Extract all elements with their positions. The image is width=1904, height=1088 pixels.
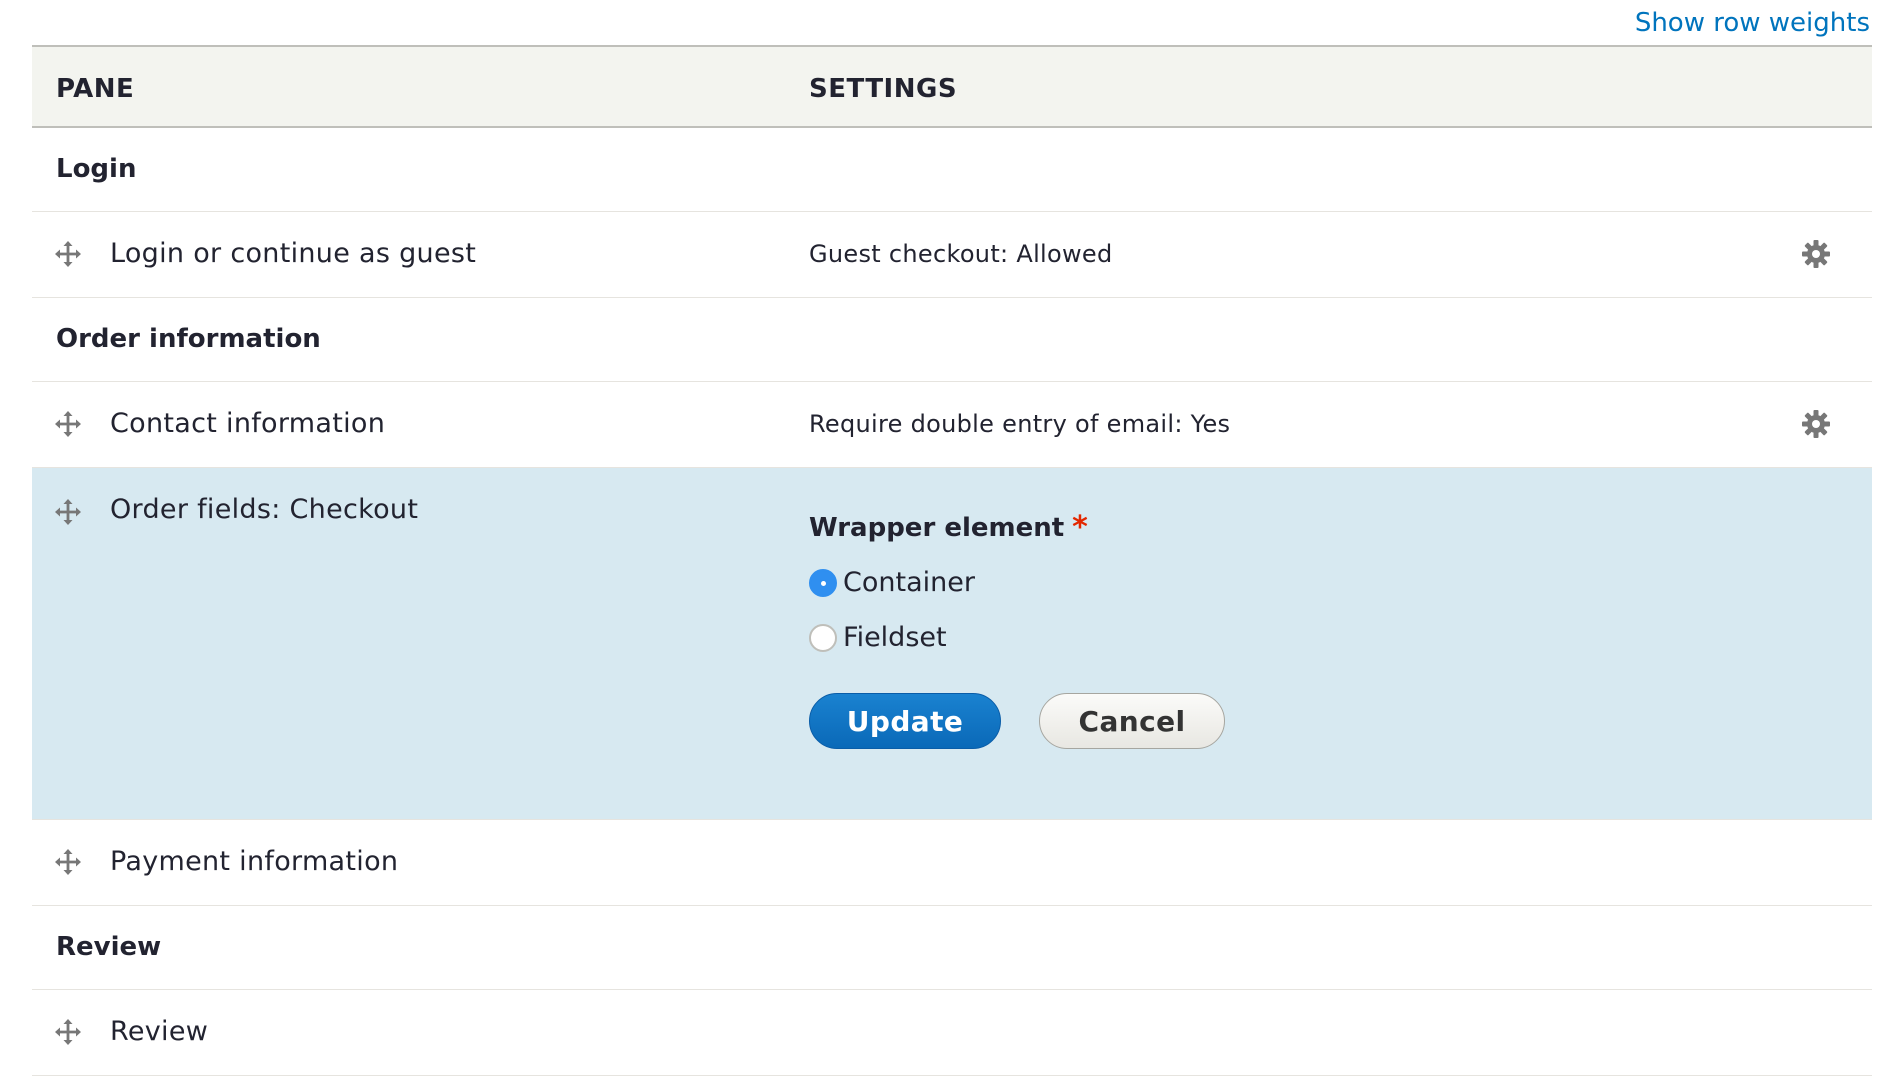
column-header-settings: SETTINGS [809,74,958,104]
pane-settings-summary: Require double entry of email: Yes [809,410,1231,438]
pane-settings-form: Wrapper element * Container Fieldset Upd… [809,513,1225,749]
pane-settings-summary: Guest checkout: Allowed [809,240,1113,268]
table-row-editing: Order fields: Checkout Wrapper element *… [32,468,1872,820]
drag-handle-icon[interactable] [54,848,82,876]
table-row: Review [32,990,1872,1076]
table-row: Payment information [32,820,1872,906]
region-row-login: Login [32,128,1872,212]
region-title: Login [56,154,137,184]
pane-label: Payment information [110,846,399,877]
region-row-order-information: Order information [32,298,1872,382]
pane-label: Contact information [110,408,386,439]
field-label-text: Wrapper element [809,513,1065,543]
region-row-review: Review [32,906,1872,990]
radio-button[interactable] [809,623,837,652]
gear-icon[interactable] [1800,238,1832,270]
required-marker: * [1072,510,1088,545]
table-row: Contact information Require double entry… [32,382,1872,468]
pane-label: Review [110,1016,209,1047]
checkout-flow-page: Show row weights PANE SETTINGS Login Log… [0,0,1904,1088]
gear-icon[interactable] [1800,408,1832,440]
update-button[interactable]: Update [809,693,1001,749]
show-row-weights-link[interactable]: Show row weights [1635,8,1870,38]
wrapper-element-label: Wrapper element * [809,510,1225,545]
region-title: Order information [56,324,321,354]
pane-label: Order fields: Checkout [110,494,419,525]
radio-label: Container [843,567,975,598]
checkout-panes-table: PANE SETTINGS Login Login or continue as… [32,45,1872,1076]
form-actions: Update Cancel [809,693,1225,749]
table-header: PANE SETTINGS [32,45,1872,128]
drag-handle-icon[interactable] [54,498,82,526]
region-title: Review [56,932,162,962]
drag-handle-icon[interactable] [54,410,82,438]
cancel-button[interactable]: Cancel [1039,693,1225,749]
table-row: Login or continue as guest Guest checkou… [32,212,1872,298]
column-header-pane: PANE [56,74,135,104]
drag-handle-icon[interactable] [54,240,82,268]
radio-button-checked[interactable] [809,568,837,597]
radio-option-fieldset[interactable]: Fieldset [809,622,1225,653]
radio-label: Fieldset [843,622,947,653]
drag-handle-icon[interactable] [54,1018,82,1046]
pane-label: Login or continue as guest [110,238,477,269]
radio-option-container[interactable]: Container [809,567,1225,598]
